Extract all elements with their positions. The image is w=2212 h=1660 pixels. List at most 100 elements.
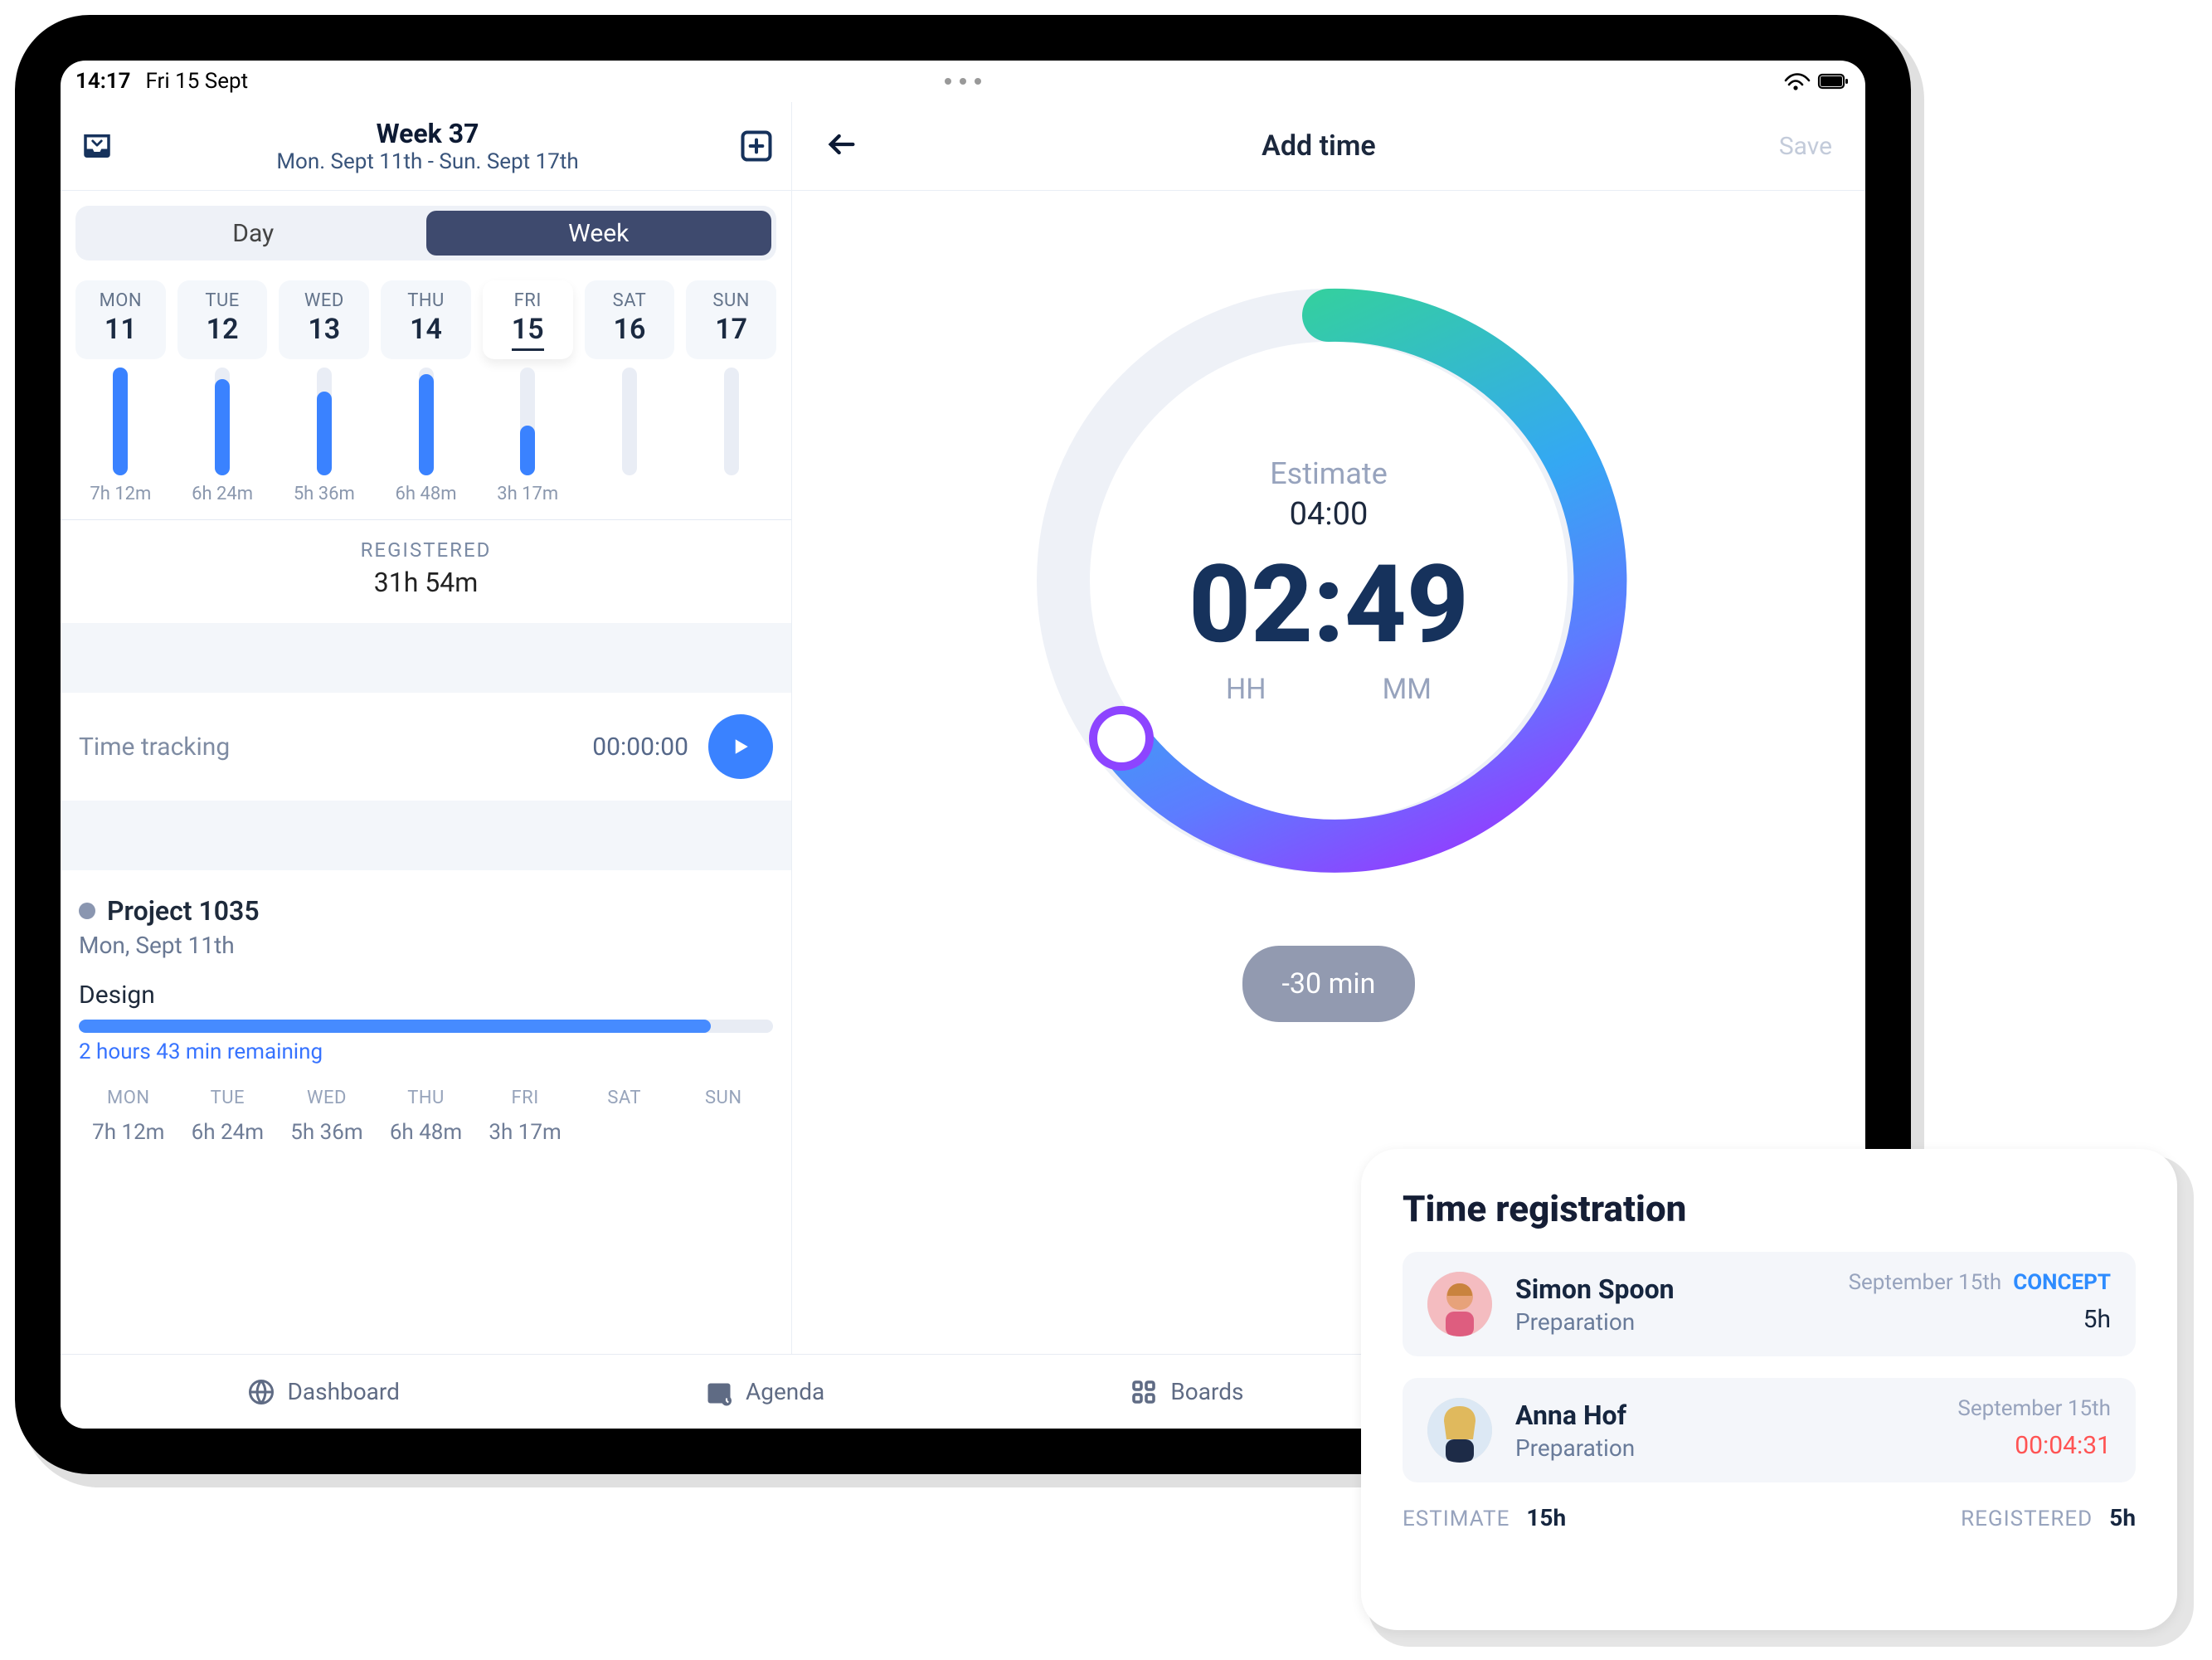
- inbox-icon[interactable]: [77, 126, 117, 166]
- nav-boards-label: Boards: [1170, 1378, 1243, 1405]
- day-abbr: SAT: [613, 290, 647, 311]
- entry-date: September 15th: [1849, 1270, 2002, 1295]
- day-week-toggle: Day Week: [75, 206, 776, 260]
- popup-registered-caption: REGISTERED: [1961, 1507, 2093, 1531]
- status-bar: 14:17 Fri 15 Sept: [61, 61, 1865, 102]
- weekstrip-wed: WED5h 36m: [277, 1088, 377, 1145]
- day-mon[interactable]: MON11: [75, 280, 166, 359]
- time-entry[interactable]: Simon Spoon Preparation September 15th C…: [1403, 1252, 2136, 1356]
- task-remaining: 2 hours 43 min remaining: [79, 1039, 773, 1064]
- popup-title: Time registration: [1403, 1187, 2136, 1230]
- weekstrip-mon: MON7h 12m: [79, 1088, 178, 1145]
- add-button[interactable]: [738, 128, 775, 164]
- registered-caption: REGISTERED: [61, 538, 791, 562]
- avatar: [1427, 1398, 1492, 1463]
- grab-handle-icon: [945, 78, 981, 85]
- selected-time: 02:49: [1189, 541, 1469, 668]
- day-thu[interactable]: THU14: [381, 280, 471, 359]
- task-name: Design: [79, 981, 773, 1010]
- time-registration-card: Time registration Simon Spoon Preparatio…: [1361, 1149, 2177, 1630]
- day-abbr: FRI: [514, 290, 542, 311]
- day-bar: 3h 17m: [483, 368, 573, 504]
- dial-center: Estimate 04:00 02:49 HH MM: [1014, 265, 1644, 896]
- day-num: 16: [614, 313, 646, 346]
- day-bar: 6h 24m: [177, 368, 268, 504]
- hh-label: HH: [1226, 673, 1266, 706]
- avatar: [1427, 1272, 1492, 1336]
- day-num: 15: [512, 313, 544, 351]
- day-bar: [585, 368, 675, 504]
- project-dot-icon: [79, 903, 95, 919]
- day-bar: 6h 48m: [381, 368, 471, 504]
- mm-label: MM: [1383, 673, 1432, 706]
- status-time: 14:17: [75, 69, 131, 94]
- toggle-day[interactable]: Day: [80, 211, 426, 256]
- task-block[interactable]: Design 2 hours 43 min remaining: [61, 959, 791, 1073]
- registered-summary: REGISTERED 31h 54m: [61, 520, 791, 623]
- project-date: Mon, Sept 11th: [79, 932, 773, 959]
- tracking-timer: 00:00:00: [592, 733, 688, 762]
- week-strip: MON7h 12mTUE6h 24mWED5h 36mTHU6h 48mFRI3…: [61, 1073, 791, 1145]
- entry-date: September 15th: [1957, 1396, 2111, 1421]
- toggle-week[interactable]: Week: [426, 211, 772, 256]
- entry-tag: CONCEPT: [2013, 1270, 2111, 1295]
- day-num: 13: [308, 313, 340, 346]
- day-abbr: MON: [100, 290, 143, 311]
- right-title: Add time: [1262, 129, 1376, 163]
- project-name: Project 1035: [107, 895, 260, 927]
- weekstrip-tue: TUE6h 24m: [178, 1088, 278, 1145]
- day-sat[interactable]: SAT16: [585, 280, 675, 359]
- time-tracking-row: Time tracking 00:00:00: [61, 693, 791, 801]
- weekstrip-fri: FRI3h 17m: [475, 1088, 575, 1145]
- day-abbr: THU: [407, 290, 445, 311]
- day-num: 11: [105, 313, 137, 346]
- minus-30-button[interactable]: -30 min: [1242, 946, 1416, 1022]
- day-bar: [686, 368, 776, 504]
- popup-registered-value: 5h: [2109, 1504, 2136, 1531]
- day-fri[interactable]: FRI15: [483, 280, 573, 359]
- days-row: MON11TUE12WED13THU14FRI15SAT16SUN17: [61, 260, 791, 368]
- entry-duration: 00:04:31: [2015, 1431, 2111, 1460]
- week-range: Mon. Sept 11th - Sun. Sept 17th: [276, 149, 578, 174]
- day-tue[interactable]: TUE12: [177, 280, 268, 359]
- day-abbr: WED: [304, 290, 344, 311]
- weekstrip-sun: SUN: [673, 1088, 773, 1145]
- nav-agenda[interactable]: Agenda: [704, 1377, 824, 1407]
- week-title: Week 37 Mon. Sept 11th - Sun. Sept 17th: [276, 118, 578, 174]
- weekstrip-thu: THU6h 48m: [377, 1088, 476, 1145]
- section-gap: [61, 623, 791, 693]
- day-num: 12: [207, 313, 239, 346]
- section-gap: [61, 801, 791, 870]
- entry-duration: 5h: [2083, 1305, 2111, 1334]
- status-date: Fri 15 Sept: [146, 69, 249, 94]
- week-number: Week 37: [276, 118, 578, 149]
- popup-estimate-caption: ESTIMATE: [1403, 1507, 1510, 1531]
- save-button[interactable]: Save: [1779, 132, 1832, 161]
- day-num: 17: [715, 313, 747, 346]
- day-abbr: TUE: [205, 290, 239, 311]
- day-abbr: SUN: [712, 290, 750, 311]
- back-button[interactable]: [825, 128, 858, 164]
- play-button[interactable]: [708, 714, 773, 779]
- popup-footer: ESTIMATE 15h REGISTERED 5h: [1403, 1504, 2136, 1531]
- project-block[interactable]: Project 1035 Mon, Sept 11th: [61, 870, 791, 959]
- estimate-caption: Estimate: [1270, 456, 1388, 491]
- time-dial[interactable]: Estimate 04:00 02:49 HH MM: [1014, 265, 1644, 896]
- nav-dashboard-label: Dashboard: [288, 1378, 400, 1405]
- task-progress: [79, 1020, 773, 1033]
- registered-value: 31h 54m: [61, 567, 791, 598]
- day-wed[interactable]: WED13: [279, 280, 369, 359]
- left-pane: Week 37 Mon. Sept 11th - Sun. Sept 17th …: [61, 102, 792, 1429]
- estimate-value: 04:00: [1290, 496, 1369, 533]
- popup-estimate-value: 15h: [1526, 1504, 1566, 1531]
- day-bar: 5h 36m: [279, 368, 369, 504]
- day-bars: 7h 12m6h 24m5h 36m6h 48m3h 17m: [61, 368, 791, 504]
- day-num: 14: [410, 313, 442, 346]
- time-entry[interactable]: Anna Hof Preparation September 15th 00:0…: [1403, 1378, 2136, 1482]
- nav-boards[interactable]: Boards: [1129, 1377, 1243, 1407]
- day-sun[interactable]: SUN17: [686, 280, 776, 359]
- status-icons: [1784, 70, 1850, 93]
- nav-agenda-label: Agenda: [746, 1378, 824, 1405]
- nav-dashboard[interactable]: Dashboard: [246, 1377, 400, 1407]
- tracking-title: Time tracking: [79, 733, 230, 762]
